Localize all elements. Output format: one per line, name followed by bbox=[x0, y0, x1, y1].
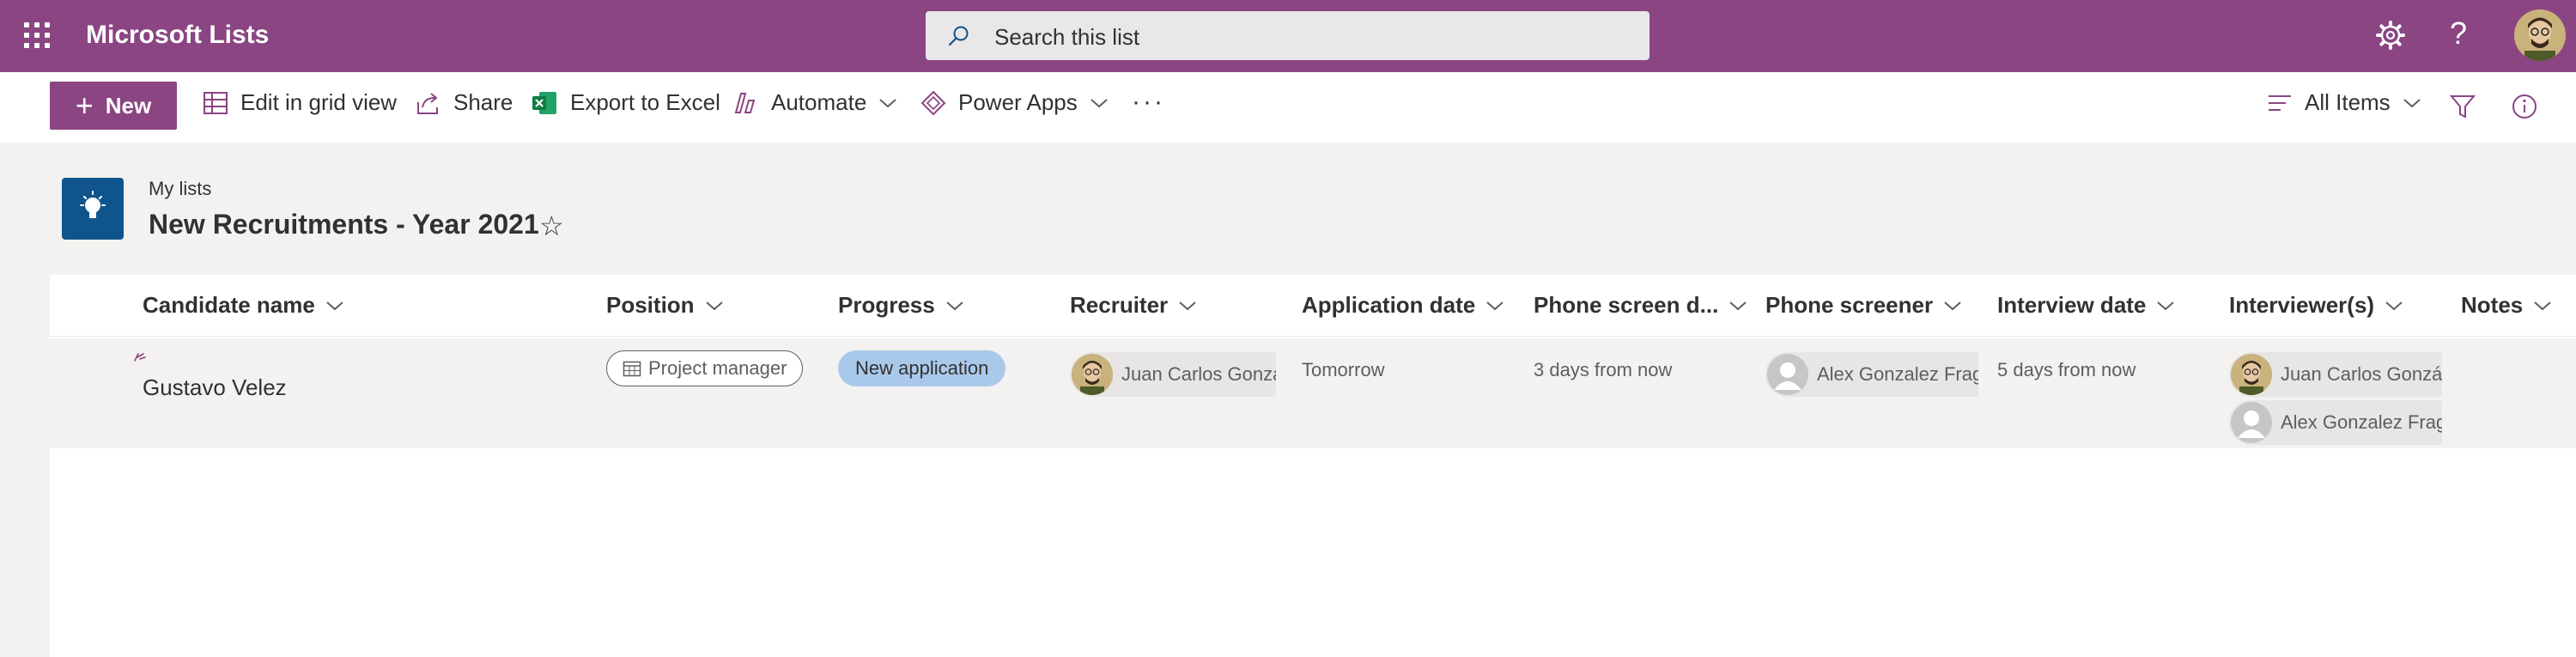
chevron-down-icon bbox=[1486, 301, 1504, 310]
edit-grid-view-label: Edit in grid view bbox=[240, 89, 398, 115]
list-icon bbox=[62, 178, 124, 240]
grid-icon bbox=[204, 91, 228, 114]
progress-badge: New application bbox=[838, 350, 1006, 386]
column-header-interviewers[interactable]: Interviewer(s) bbox=[2229, 292, 2403, 319]
column-header-notes[interactable]: Notes bbox=[2461, 292, 2552, 319]
share-button[interactable]: Share bbox=[416, 89, 513, 116]
interview-date-cell: 5 days from now bbox=[1997, 359, 2136, 380]
export-to-excel-label: Export to Excel bbox=[570, 89, 720, 115]
chevron-down-icon bbox=[2534, 301, 2551, 310]
column-header-label: Phone screener bbox=[1765, 292, 1934, 318]
share-label: Share bbox=[453, 89, 513, 115]
plus-icon: + bbox=[75, 88, 94, 123]
new-item-indicator-icon bbox=[134, 353, 146, 362]
chevron-down-icon bbox=[946, 301, 963, 310]
recruiter-persona[interactable]: Juan Carlos Gonzále bbox=[1070, 352, 1276, 397]
avatar bbox=[1767, 354, 1808, 395]
avatar[interactable] bbox=[2514, 9, 2566, 61]
more-options-button[interactable]: ··· bbox=[1132, 88, 1165, 117]
chevron-down-icon bbox=[1091, 98, 1108, 107]
chevron-down-icon bbox=[2385, 301, 2403, 310]
column-header-label: Progress bbox=[838, 292, 935, 318]
phone-screener-persona[interactable]: Alex Gonzalez Fraga bbox=[1765, 352, 1978, 397]
chevron-down-icon bbox=[879, 98, 896, 107]
view-list-icon bbox=[2269, 94, 2291, 111]
avatar bbox=[2231, 354, 2272, 395]
edit-grid-view-button[interactable]: Edit in grid view bbox=[203, 89, 397, 116]
chevron-down-icon bbox=[2157, 301, 2175, 310]
column-header-label: Phone screen d... bbox=[1534, 292, 1719, 318]
interviewer-name: Alex Gonzalez Fraga bbox=[2281, 411, 2442, 433]
column-header-application-date[interactable]: Application date bbox=[1302, 292, 1504, 319]
column-headers: Candidate name Position Progress Recruit… bbox=[50, 275, 2576, 337]
power-apps-button[interactable]: Power Apps bbox=[920, 89, 1109, 116]
share-icon bbox=[417, 92, 438, 114]
column-header-phone-screener[interactable]: Phone screener bbox=[1765, 292, 1962, 319]
column-header-label: Recruiter bbox=[1070, 292, 1169, 318]
breadcrumb[interactable]: My lists bbox=[149, 178, 211, 200]
column-header-label: Application date bbox=[1302, 292, 1476, 318]
help-icon[interactable]: ? bbox=[2450, 15, 2467, 52]
search-input[interactable]: Search this list bbox=[994, 24, 1139, 51]
avatar bbox=[1072, 354, 1113, 395]
interviewer-persona[interactable]: Alex Gonzalez Fraga bbox=[2229, 400, 2442, 445]
chevron-down-icon bbox=[705, 301, 723, 310]
waffle-icon[interactable] bbox=[24, 22, 50, 48]
column-header-label: Position bbox=[606, 292, 695, 318]
automate-icon bbox=[734, 92, 756, 113]
info-icon[interactable] bbox=[2511, 93, 2538, 120]
list-grid: Candidate name Position Progress Recruit… bbox=[50, 275, 2576, 657]
page-title: New Recruitments - Year 2021 bbox=[149, 209, 539, 240]
table-row[interactable]: Gustavo Velez Project manager New applic… bbox=[50, 338, 2576, 448]
automate-button[interactable]: Automate bbox=[733, 89, 897, 116]
position-tag: Project manager bbox=[606, 350, 804, 386]
application-date-cell: Tomorrow bbox=[1302, 359, 1385, 380]
search-box[interactable]: Search this list bbox=[926, 11, 1649, 60]
new-button[interactable]: + New bbox=[50, 82, 177, 130]
avatar bbox=[2231, 402, 2272, 443]
favorite-star-icon[interactable]: ☆ bbox=[539, 210, 564, 242]
search-icon bbox=[948, 26, 969, 46]
command-bar: + New Edit in grid view Share Export to … bbox=[0, 72, 2576, 143]
suite-bar: Microsoft Lists Search this list ? bbox=[0, 0, 2576, 72]
column-header-recruiter[interactable]: Recruiter bbox=[1070, 292, 1197, 319]
candidate-name-cell[interactable]: Gustavo Velez bbox=[143, 374, 287, 401]
app-title[interactable]: Microsoft Lists bbox=[86, 21, 269, 50]
column-header-progress[interactable]: Progress bbox=[838, 292, 964, 319]
power-apps-icon bbox=[920, 90, 946, 115]
interviewer-persona[interactable]: Juan Carlos Gonzále bbox=[2229, 352, 2442, 397]
filter-icon[interactable] bbox=[2449, 93, 2476, 120]
gear-icon[interactable] bbox=[2374, 19, 2407, 52]
lightbulb-icon bbox=[80, 191, 106, 218]
calendar-icon bbox=[623, 361, 641, 377]
export-to-excel-button[interactable]: Export to Excel bbox=[531, 89, 720, 116]
column-header-position[interactable]: Position bbox=[606, 292, 724, 319]
column-header-label: Interviewer(s) bbox=[2229, 292, 2375, 318]
chevron-down-icon bbox=[1729, 301, 1747, 310]
recruiter-name: Juan Carlos Gonzále bbox=[1121, 363, 1276, 385]
column-header-phone-screen-date[interactable]: Phone screen d... bbox=[1534, 292, 1747, 319]
phone-screener-name: Alex Gonzalez Fraga bbox=[1817, 363, 1978, 385]
chevron-down-icon bbox=[326, 301, 343, 310]
interviewer-name: Juan Carlos Gonzále bbox=[2281, 363, 2442, 385]
chevron-down-icon bbox=[1944, 301, 1961, 310]
position-value: Project manager bbox=[648, 357, 787, 379]
column-header-label: Candidate name bbox=[143, 292, 315, 318]
chevron-down-icon bbox=[1179, 301, 1196, 310]
column-header-label: Interview date bbox=[1997, 292, 2147, 318]
power-apps-label: Power Apps bbox=[958, 89, 1078, 115]
column-header-label: Notes bbox=[2461, 292, 2524, 318]
automate-label: Automate bbox=[771, 89, 867, 115]
view-selector-label: All Items bbox=[2305, 89, 2391, 115]
phone-screen-date-cell: 3 days from now bbox=[1534, 359, 1673, 380]
column-header-interview-date[interactable]: Interview date bbox=[1997, 292, 2175, 319]
excel-icon bbox=[532, 91, 556, 114]
column-header-candidate-name[interactable]: Candidate name bbox=[143, 292, 344, 319]
chevron-down-icon bbox=[2403, 98, 2421, 107]
new-button-label: New bbox=[105, 92, 152, 119]
view-selector[interactable]: All Items bbox=[2267, 89, 2421, 116]
